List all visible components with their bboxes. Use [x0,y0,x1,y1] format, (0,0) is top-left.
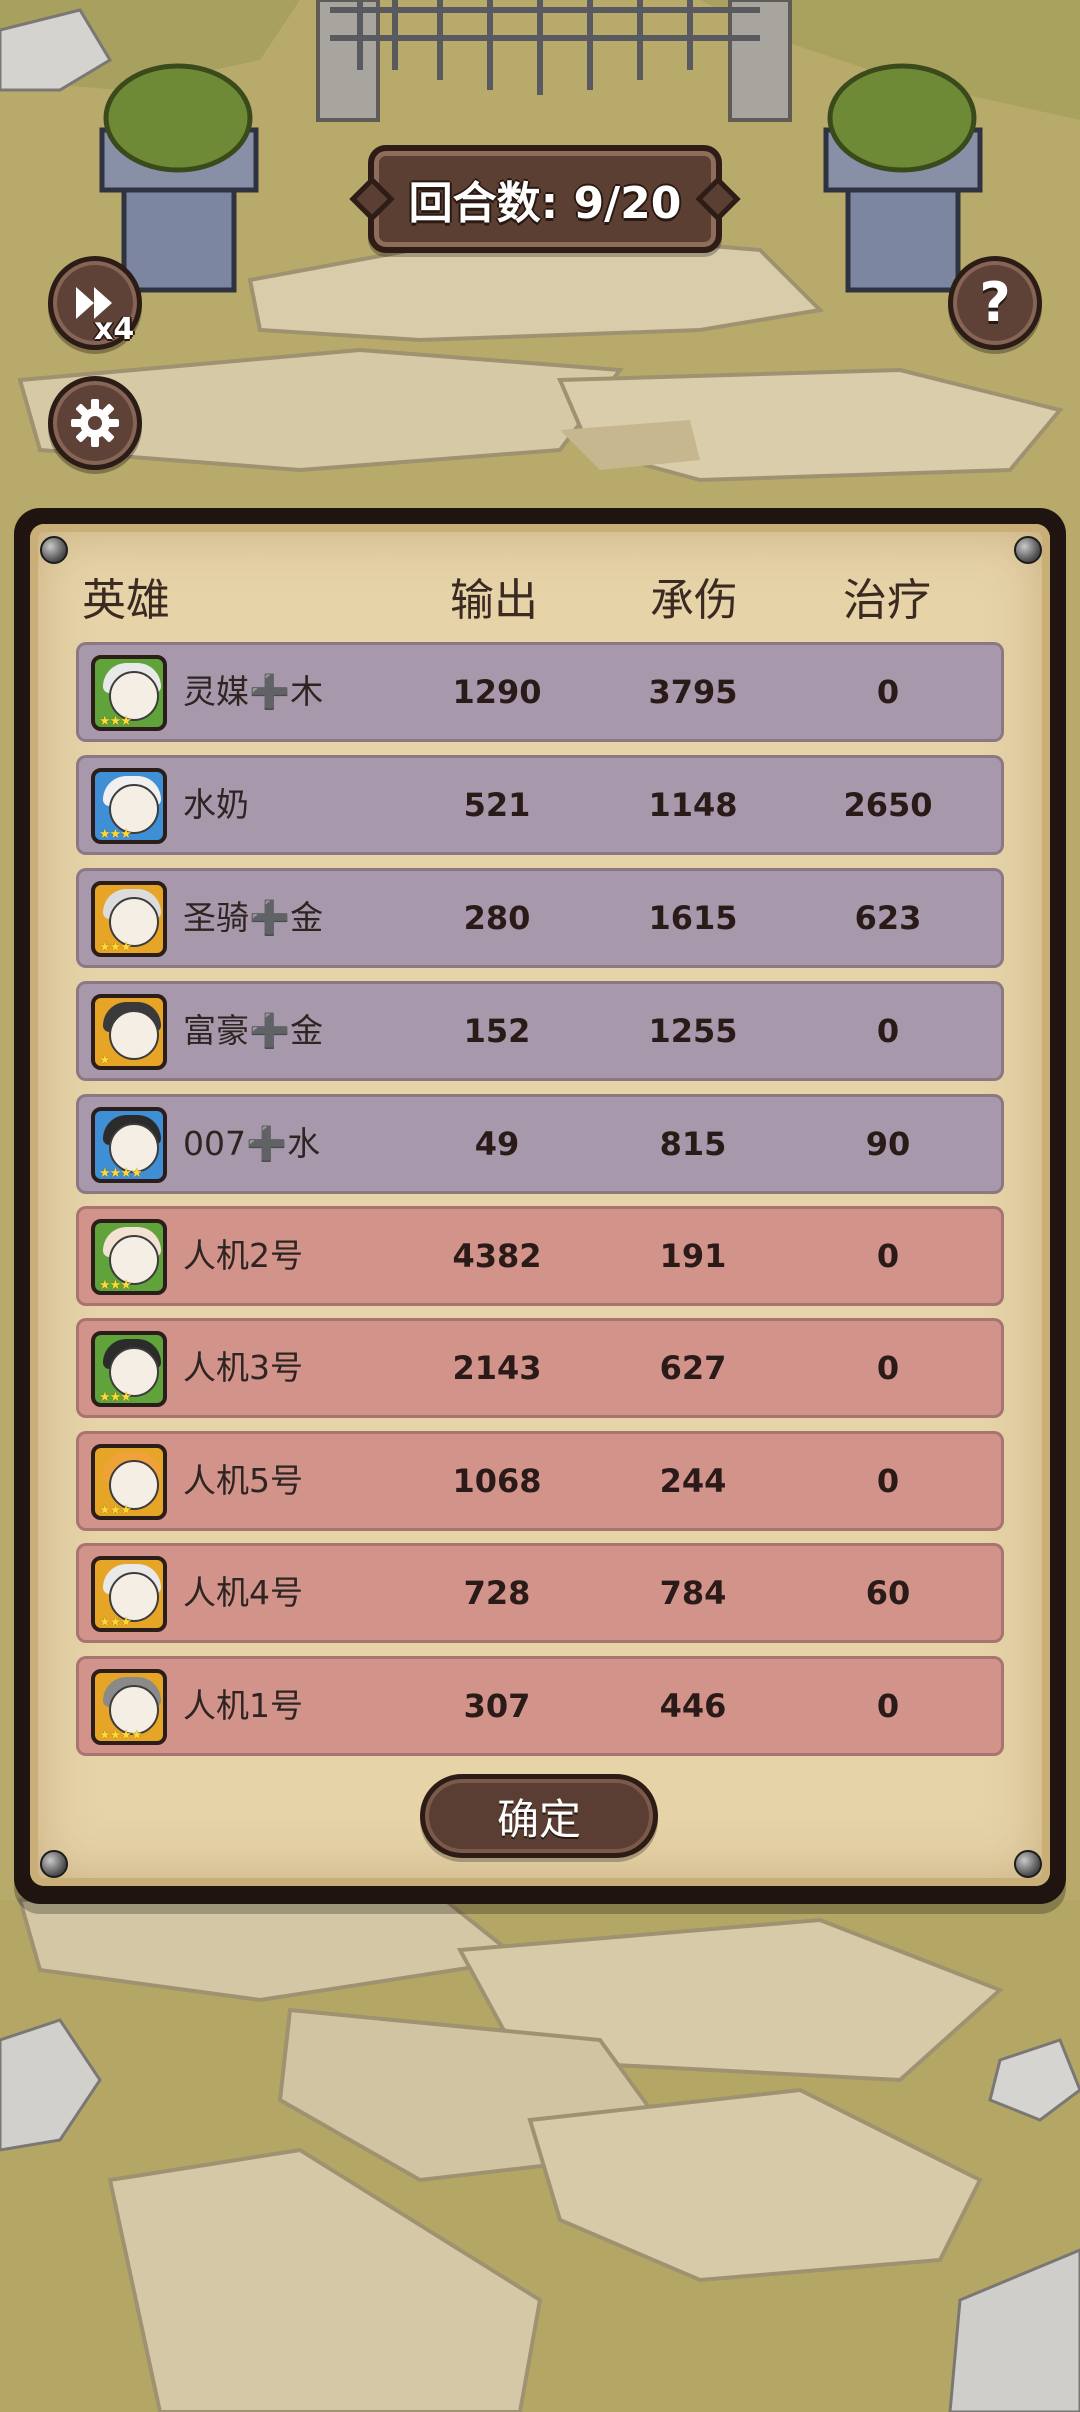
round-counter-banner: 回合数: 9/20 [368,145,722,253]
hero-avatar: ★★★ [91,768,167,844]
hero-name: 人机5号 [183,1461,303,1500]
healing-value: 0 [876,1237,900,1275]
damage-taken-value: 1615 [648,899,738,937]
hero-name: 007➕水 [183,1124,321,1163]
enemy-row: ★★★ 人机4号 728 784 60 [76,1543,1004,1643]
hero-avatar: ★★★ [91,1444,167,1520]
damage-value: 152 [463,1012,531,1050]
damage-value: 280 [463,899,531,937]
enemy-row: ★★★ 人机5号 1068 244 0 [76,1431,1004,1531]
damage-taken-value: 784 [659,1574,727,1612]
damage-taken-value: 244 [659,1462,727,1500]
healing-value: 90 [865,1125,911,1163]
help-icon: ? [979,271,1011,334]
ally-row: ★★★ 圣骑➕金 280 1615 623 [76,868,1004,968]
hero-avatar: ★★★ [91,1219,167,1295]
damage-taken-value: 1255 [648,1012,738,1050]
healing-value: 0 [876,1462,900,1500]
header-healing: 治疗 [843,575,931,626]
header-damage-taken: 承伤 [650,575,738,626]
hero-avatar: ★★★★ [91,1669,167,1745]
damage-taken-value: 446 [659,1687,727,1725]
ally-row: ★★★ 灵媒➕木 1290 3795 0 [76,642,1004,742]
healing-value: 0 [876,1012,900,1050]
hero-avatar: ★★★ [91,881,167,957]
damage-value: 1068 [452,1462,542,1500]
enemy-row: ★★★★ 人机1号 307 446 0 [76,1656,1004,1756]
round-counter-text: 回合数: 9/20 [408,178,682,229]
healing-value: 0 [876,1687,900,1725]
healing-value: 623 [854,899,922,937]
rivet-icon [1014,1850,1042,1878]
ally-row: ★★★★ 007➕水 49 815 90 [76,1094,1004,1194]
healing-value: 2650 [843,786,933,824]
hero-name: 人机3号 [183,1348,303,1387]
damage-value: 1290 [452,673,542,711]
hero-name: 圣骑➕金 [183,898,324,937]
confirm-button[interactable]: 确定 [420,1774,658,1858]
damage-value: 521 [463,786,531,824]
hero-avatar: ★★★ [91,1331,167,1407]
enemy-row: ★★★ 人机3号 2143 627 0 [76,1318,1004,1418]
ally-row: ★ 富豪➕金 152 1255 0 [76,981,1004,1081]
help-button[interactable]: ? [948,256,1042,350]
damage-value: 2143 [452,1349,542,1387]
header-damage: 输出 [450,575,538,626]
damage-value: 4382 [452,1237,542,1275]
hero-avatar: ★ [91,994,167,1070]
healing-value: 0 [876,1349,900,1387]
damage-taken-value: 627 [659,1349,727,1387]
hero-name: 人机2号 [183,1236,303,1275]
hero-name: 水奶 [183,785,249,824]
enemy-row: ★★★ 人机2号 4382 191 0 [76,1206,1004,1306]
hero-avatar: ★★★★ [91,1107,167,1183]
damage-taken-value: 1148 [648,786,738,824]
hero-name: 人机1号 [183,1686,303,1725]
hero-name: 富豪➕金 [183,1011,324,1050]
damage-taken-value: 191 [659,1237,727,1275]
confirm-button-label: 确定 [496,1794,581,1844]
settings-button[interactable] [48,376,142,470]
hero-name: 灵媒➕木 [183,672,324,711]
hero-avatar: ★★★ [91,1556,167,1632]
hero-name: 人机4号 [183,1573,303,1612]
hero-avatar: ★★★ [91,655,167,731]
gear-icon [71,399,119,447]
rivet-icon [40,536,68,564]
speed-multiplier: x4 [94,312,135,347]
healing-value: 0 [876,673,900,711]
rivet-icon [40,1850,68,1878]
damage-value: 728 [463,1574,531,1612]
damage-taken-value: 3795 [648,673,738,711]
rivet-icon [1014,536,1042,564]
ally-row: ★★★ 水奶 521 1148 2650 [76,755,1004,855]
damage-taken-value: 815 [659,1125,727,1163]
healing-value: 60 [865,1574,911,1612]
damage-value: 307 [463,1687,531,1725]
header-hero: 英雄 [82,575,170,626]
damage-value: 49 [474,1125,520,1163]
